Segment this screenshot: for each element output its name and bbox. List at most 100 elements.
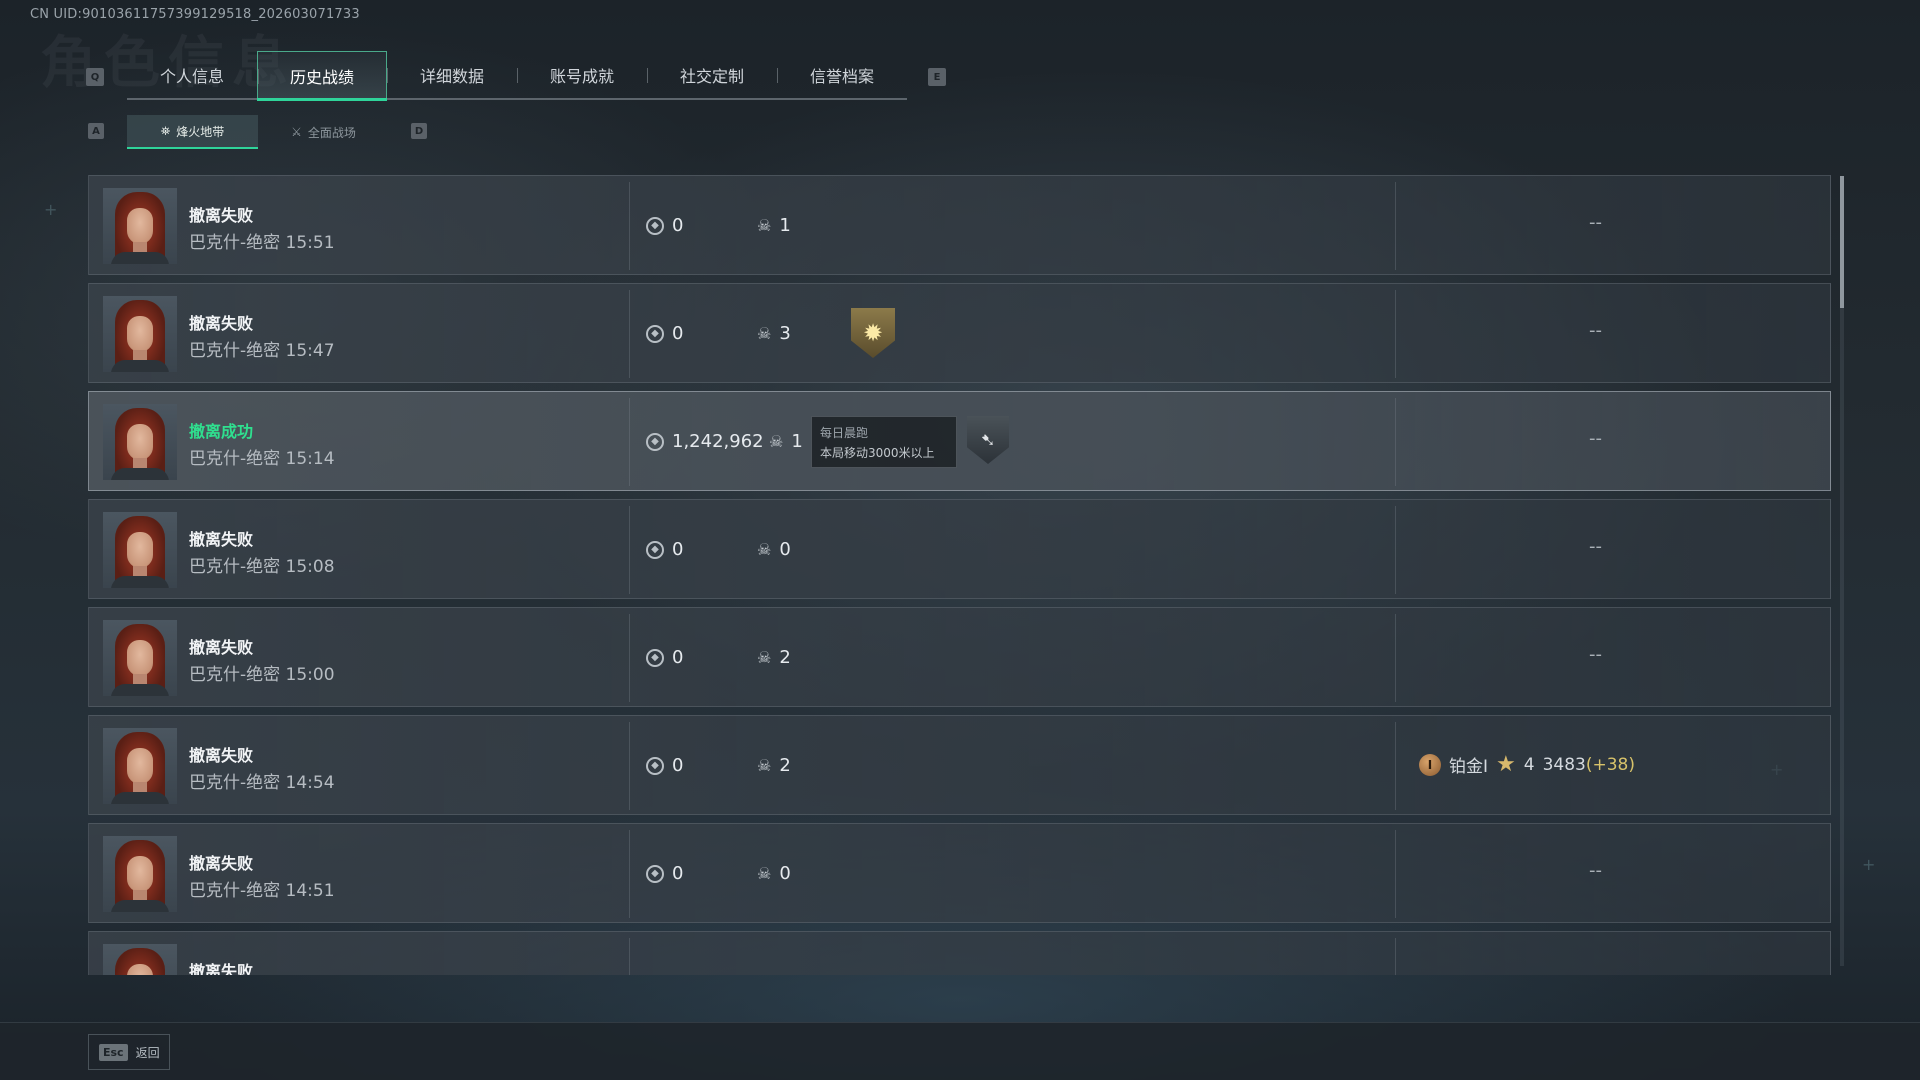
match-row[interactable]: 撤离失败 巴克什-绝密 15:08 ◆ 0 ☠ 0 -- [88, 499, 1831, 599]
match-row[interactable]: 撤离失败 巴克什-绝密 14:51 ◆ 0 ☠ 0 -- [88, 823, 1831, 923]
match-result: 撤离失败 [189, 206, 254, 225]
match-map-time: 巴克什-绝密 15:00 [189, 665, 335, 685]
match-map-time: 巴克什-绝密 15:08 [189, 557, 335, 577]
match-row[interactable]: 撤离失败 巴克什-绝密 15:51 ◆ 0 ☠ 1 -- [88, 175, 1831, 275]
tab-credit-record[interactable]: 信誉档案 [777, 51, 907, 99]
value-stat: ◆ 0 [646, 755, 683, 776]
kills-stat: ☠ 2 [757, 755, 791, 776]
kill-count: 3 [779, 323, 791, 344]
value-amount: 0 [672, 863, 684, 884]
match-map-time: 巴克什-绝密 15:47 [189, 341, 335, 361]
match-result: 撤离失败 [189, 854, 254, 873]
value-icon: ◆ [646, 432, 664, 451]
skull-icon: ☠ [757, 648, 772, 667]
value-icon: ◆ [646, 216, 664, 235]
kills-stat: ☠ 0 [757, 539, 791, 560]
kills-stat: ☠ 3 [757, 323, 791, 344]
tab-achievements[interactable]: 账号成就 [517, 51, 647, 99]
tooltip-desc: 本局移动3000米以上 [820, 446, 935, 460]
value-amount: 0 [672, 215, 684, 236]
match-row[interactable]: 撤离失败 [88, 931, 1831, 975]
rank-placeholder: -- [1589, 428, 1602, 449]
rank-tier: 铂金I [1449, 757, 1489, 777]
rank-placeholder: -- [1589, 536, 1602, 557]
value-stat: ◆ 0 [646, 539, 683, 560]
avatar [103, 296, 177, 372]
rank-placeholder: -- [1589, 860, 1602, 881]
skull-icon: ☠ [757, 864, 772, 883]
value-icon: ◆ [646, 324, 664, 343]
back-button[interactable]: Esc 返回 [88, 1034, 170, 1070]
avatar [103, 512, 177, 588]
skull-icon: ☠ [757, 540, 772, 559]
tab-social[interactable]: 社交定制 [647, 51, 777, 99]
prev-tab-key-hint[interactable]: Q [86, 68, 104, 86]
kills-stat: ☠ 1 [757, 215, 791, 236]
next-tab-key-hint[interactable]: E [928, 68, 946, 86]
sun-emblem-icon[interactable]: ✹ [851, 308, 895, 358]
list-scrollbar[interactable] [1840, 176, 1844, 966]
subtab-label: 全面战场 [307, 125, 356, 140]
prev-subtab-key-hint[interactable]: A [88, 123, 104, 139]
match-result: 撤离失败 [189, 962, 254, 975]
kills-stat: ☠ 0 [757, 863, 791, 884]
value-stat: ◆ 0 [646, 647, 683, 668]
value-icon: ◆ [646, 864, 664, 883]
rank-stars: 4 [1523, 754, 1535, 775]
skull-icon: ☠ [757, 216, 772, 235]
match-row[interactable]: 撤离失败 巴克什-绝密 15:47 ◆ 0 ☠ 3 ✹ -- [88, 283, 1831, 383]
match-result: 撤离失败 [189, 746, 254, 765]
tab-personal-info[interactable]: 个人信息 [127, 51, 257, 99]
skull-icon: ☠ [769, 432, 784, 451]
run-emblem-icon[interactable]: ➷ [967, 416, 1009, 464]
tab-detailed-data[interactable]: 详细数据 [387, 51, 517, 99]
value-amount: 1,242,962 [672, 431, 764, 452]
tooltip-title: 每日晨跑 [820, 426, 869, 440]
skull-icon: ☠ [757, 756, 772, 775]
avatar [103, 728, 177, 804]
kill-count: 0 [779, 863, 791, 884]
value-icon: ◆ [646, 648, 664, 667]
zone-icon: ⛯ [160, 123, 171, 138]
bottom-bar [0, 1022, 1920, 1080]
value-stat: ◆ 0 [646, 215, 683, 236]
subtab-label: 烽火地带 [176, 124, 225, 139]
value-amount: 0 [672, 755, 684, 776]
next-subtab-key-hint[interactable]: D [411, 123, 427, 139]
match-row[interactable]: 撤离失败 巴克什-绝密 14:54 ◆ 0 ☠ 2 I 铂金I ★ 4 3483… [88, 715, 1831, 815]
tab-match-history[interactable]: 历史战绩 [257, 51, 387, 101]
avatar [103, 836, 177, 912]
value-stat: ◆ 0 [646, 863, 683, 884]
skull-icon: ☠ [757, 324, 772, 343]
rank-score: 3483 [1542, 754, 1586, 775]
match-result: 撤离失败 [189, 530, 254, 549]
rank-placeholder: -- [1589, 320, 1602, 341]
rank-info: I 铂金I ★ 4 3483 (+38) [1419, 752, 1635, 777]
avatar [103, 944, 177, 975]
match-result: 撤离失败 [189, 638, 254, 657]
rank-placeholder: -- [1589, 212, 1602, 233]
kill-count: 1 [779, 215, 791, 236]
subtab-hazard-zone[interactable]: ⛯ 烽火地带 [127, 115, 258, 149]
value-amount: 0 [672, 323, 684, 344]
star-icon: ★ [1496, 752, 1516, 777]
value-icon: ◆ [646, 756, 664, 775]
match-row[interactable]: 撤离成功 巴克什-绝密 15:14 ◆ 1,242,962 ☠ 1 每日晨跑 本… [88, 391, 1831, 491]
value-stat: ◆ 1,242,962 [646, 431, 764, 452]
mode-subtabs: ⛯ 烽火地带 ⚔ 全面战场 [127, 115, 389, 149]
avatar [103, 404, 177, 480]
kills-stat: ☠ 2 [757, 647, 791, 668]
value-amount: 0 [672, 539, 684, 560]
match-list[interactable]: 撤离失败 巴克什-绝密 15:51 ◆ 0 ☠ 1 -- 撤离失败 巴克什-绝密… [88, 175, 1831, 975]
avatar [103, 620, 177, 696]
match-row[interactable]: 撤离失败 巴克什-绝密 15:00 ◆ 0 ☠ 2 -- [88, 607, 1831, 707]
scrollbar-thumb[interactable] [1840, 176, 1844, 308]
deco-cross: + [1862, 855, 1876, 874]
subtab-battlefield[interactable]: ⚔ 全面战场 [258, 115, 389, 149]
match-map-time: 巴克什-绝密 15:14 [189, 449, 335, 469]
kill-count: 0 [779, 539, 791, 560]
value-amount: 0 [672, 647, 684, 668]
rank-gain: (+38) [1585, 754, 1635, 775]
back-label: 返回 [135, 1045, 160, 1060]
match-result: 撤离成功 [189, 422, 254, 441]
